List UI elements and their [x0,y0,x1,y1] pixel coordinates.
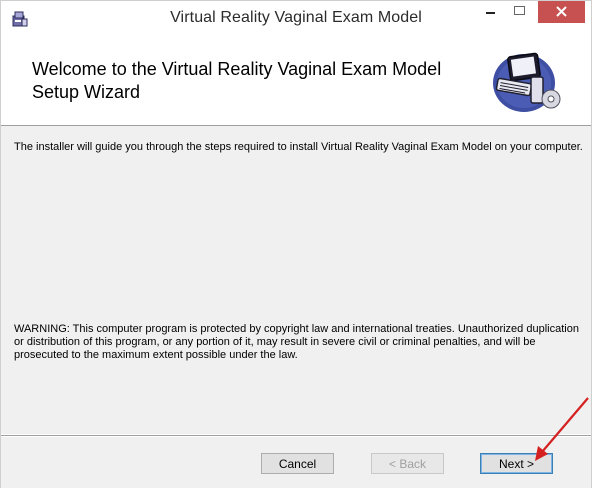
footer-divider [1,436,591,437]
title-bar[interactable]: Virtual Reality Vaginal Exam Model [1,1,591,36]
maximize-button[interactable] [506,1,533,23]
copyright-warning: WARNING: This computer program is protec… [14,323,579,361]
minimize-icon [486,12,495,14]
maximize-icon [514,6,525,15]
wizard-heading: Welcome to the Virtual Reality Vaginal E… [32,59,442,102]
wizard-body: The installer will guide you through the… [1,126,591,434]
computer-setup-icon [491,47,563,117]
intro-text: The installer will guide you through the… [14,141,583,153]
wizard-footer: Cancel < Back Next > [1,435,591,488]
wizard-header: Welcome to the Virtual Reality Vaginal E… [1,36,591,126]
next-button[interactable]: Next > [480,453,553,474]
cancel-button[interactable]: Cancel [261,453,334,474]
back-button[interactable]: < Back [371,453,444,474]
close-button[interactable] [538,1,585,23]
close-icon [556,6,567,17]
minimize-button[interactable] [476,1,506,23]
setup-wizard-window: Virtual Reality Vaginal Exam Model Welco… [0,0,592,488]
